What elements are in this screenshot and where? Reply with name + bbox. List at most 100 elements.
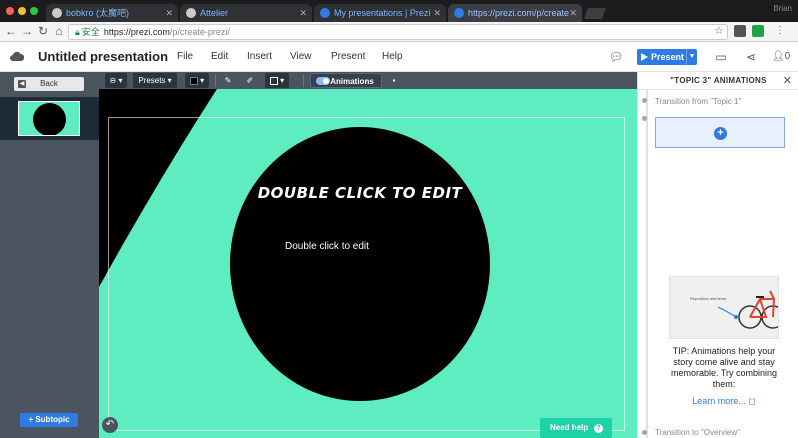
undo-icon[interactable]: ↶ [102, 417, 118, 433]
tip-illustration: Reposition elements [669, 276, 779, 339]
browser-tab-2[interactable]: Attelier ✕ [180, 4, 312, 22]
tip-text: TIP: Animations help your story come ali… [670, 346, 778, 389]
timeline-dot [642, 116, 647, 121]
thumbnail-circle [33, 103, 66, 135]
browser-address-bar: ← → ↻ ⌂ 🔒︎ 安全 https://prezi.com/p/create-p… [0, 22, 798, 42]
animations-panel: "TOPIC 3" ANIMATIONS ✕ Transition from "… [637, 72, 798, 438]
minimize-window-button[interactable] [18, 7, 26, 15]
shield-extension-icon[interactable] [734, 25, 746, 37]
present-remotely-icon[interactable]: ▭ [713, 50, 729, 64]
browser-tab-bar: bobkro (太魔吧) ✕ Attelier ✕ My presentatio… [0, 0, 798, 22]
back-arrow-icon[interactable]: ← [4, 24, 18, 38]
presentation-canvas[interactable]: DOUBLE CLICK TO EDIT Double click to edi… [99, 89, 637, 438]
presentation-title[interactable]: Untitled presentation [38, 49, 168, 64]
toggle-switch-icon [316, 77, 330, 85]
home-icon[interactable]: ⌂ [52, 24, 66, 38]
close-window-button[interactable] [6, 7, 14, 15]
prezi-icon [320, 8, 330, 18]
tab-label: Attelier [200, 8, 229, 18]
menu-help[interactable]: Help [382, 51, 403, 62]
learn-more-link[interactable]: Learn more... ◻ [662, 396, 786, 407]
timeline-dot [642, 430, 647, 435]
url-path: /p/create-prezi/ [169, 27, 230, 37]
presets-label: Presets [138, 76, 166, 85]
menu-edit[interactable]: Edit [211, 51, 228, 62]
secure-label: 安全 [81, 27, 100, 37]
menu-present[interactable]: Present [331, 51, 365, 62]
present-label: Present [651, 52, 685, 62]
url-host: https://prezi.com [103, 27, 170, 37]
topic-thumbnail-row[interactable] [0, 97, 99, 140]
chevron-down-icon[interactable]: ▼ [686, 49, 697, 65]
animation-timeline [646, 90, 648, 438]
present-button[interactable]: Present ▼ [637, 49, 697, 65]
share-icon[interactable]: ⋖ [743, 50, 759, 64]
close-icon[interactable]: ✕ [783, 74, 792, 87]
star-icon[interactable]: ☆ [714, 24, 724, 37]
prezi-icon [454, 8, 464, 18]
app-header: Untitled presentation File Edit Insert V… [0, 42, 798, 72]
menu-view[interactable]: View [290, 51, 312, 62]
reload-icon[interactable]: ↻ [36, 24, 50, 38]
speech-bubble-icon[interactable]: ▪ [387, 73, 401, 88]
fill-color-dropdown[interactable]: ▾ [185, 73, 209, 88]
topic-thumbnail[interactable] [18, 101, 80, 136]
border-color-dropdown[interactable]: ▾ [265, 73, 289, 88]
edit-toolbar: ⊖ ▾ Presets ▾ ▾ ✎ ✐ ▾ Animations ▪ [99, 72, 637, 89]
forward-arrow-icon[interactable]: → [20, 24, 34, 38]
question-icon: ? [594, 424, 603, 433]
play-icon [641, 53, 648, 61]
need-help-button[interactable]: Need help ? [540, 418, 612, 438]
tab-label: https://prezi.com/p/create [468, 8, 570, 18]
new-tab-button[interactable] [583, 8, 607, 19]
external-link-icon: ◻ [748, 396, 756, 406]
highlighter-icon[interactable]: ✐ [243, 73, 257, 88]
arrow-left-icon: ◀ [18, 80, 26, 88]
viewer-count: 0 [784, 51, 791, 62]
animations-toggle[interactable]: Animations [310, 73, 382, 88]
need-help-label: Need help [550, 423, 589, 432]
fill-swatch-icon [189, 76, 198, 85]
topic-sidebar: ◀ Back + Subtopic [0, 72, 99, 438]
url-input[interactable]: 🔒︎ 安全 https://prezi.com/p/create-prezi/ [68, 24, 728, 40]
maximize-window-button[interactable] [30, 7, 38, 15]
close-icon[interactable]: ✕ [569, 4, 577, 22]
extension-icon[interactable] [752, 25, 764, 37]
presets-dropdown[interactable]: Presets ▾ [133, 73, 177, 88]
transition-to-label: Transition to "Overview" [655, 428, 740, 437]
browser-tab-1[interactable]: bobkro (太魔吧) ✕ [46, 4, 178, 22]
minus-circle-icon: ⊖ [109, 76, 117, 85]
menu-file[interactable]: File [177, 51, 193, 62]
pen-icon[interactable]: ✎ [221, 73, 235, 88]
timeline-dot [642, 98, 647, 103]
more-menu-icon[interactable]: ⋮ [774, 25, 786, 37]
back-label: Back [40, 79, 58, 88]
cloud-sync-icon [10, 51, 24, 61]
shape-dropdown[interactable]: ⊖ ▾ [105, 73, 127, 88]
panel-title: "TOPIC 3" ANIMATIONS [670, 76, 767, 85]
bicycle-icon [717, 290, 778, 329]
transition-from-label: Transition from "Topic 1" [655, 97, 742, 106]
plus-icon[interactable]: + [714, 127, 727, 140]
collaborators-button[interactable]: 👤︎0 [770, 50, 792, 64]
border-swatch-icon [269, 76, 278, 85]
browser-tab-3[interactable]: My presentations | Prezi ✕ [314, 4, 446, 22]
learn-more-label: Learn more... [692, 396, 746, 406]
slide-title[interactable]: DOUBLE CLICK TO EDIT [230, 184, 490, 202]
browser-tab-4[interactable]: https://prezi.com/p/create ✕ [448, 4, 582, 22]
add-subtopic-button[interactable]: + Subtopic [20, 413, 78, 427]
github-icon [52, 8, 62, 18]
slide-body-text[interactable]: Double click to edit [285, 241, 369, 252]
location-icon [186, 8, 196, 18]
close-icon[interactable]: ✕ [433, 4, 441, 22]
back-button[interactable]: ◀ Back [14, 77, 84, 91]
tab-label: My presentations | Prezi [334, 8, 431, 18]
close-icon[interactable]: ✕ [165, 4, 173, 22]
browser-user-name[interactable]: Brian [773, 4, 792, 13]
close-icon[interactable]: ✕ [299, 4, 307, 22]
add-animation-box[interactable]: + [655, 117, 785, 148]
topic-circle[interactable] [230, 127, 490, 401]
comments-icon[interactable]: 💬︎ [608, 50, 624, 64]
tab-label: bobkro (太魔吧) [66, 8, 130, 18]
menu-insert[interactable]: Insert [247, 51, 272, 62]
